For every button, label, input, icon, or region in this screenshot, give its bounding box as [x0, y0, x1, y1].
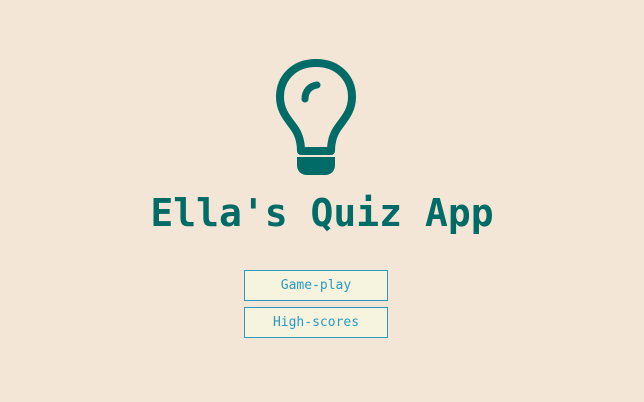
lightbulb-icon	[276, 59, 356, 175]
gameplay-button[interactable]: Game-play	[244, 270, 388, 301]
highscores-button[interactable]: High-scores	[244, 307, 388, 338]
app-title: Ella's Quiz App	[150, 191, 494, 235]
